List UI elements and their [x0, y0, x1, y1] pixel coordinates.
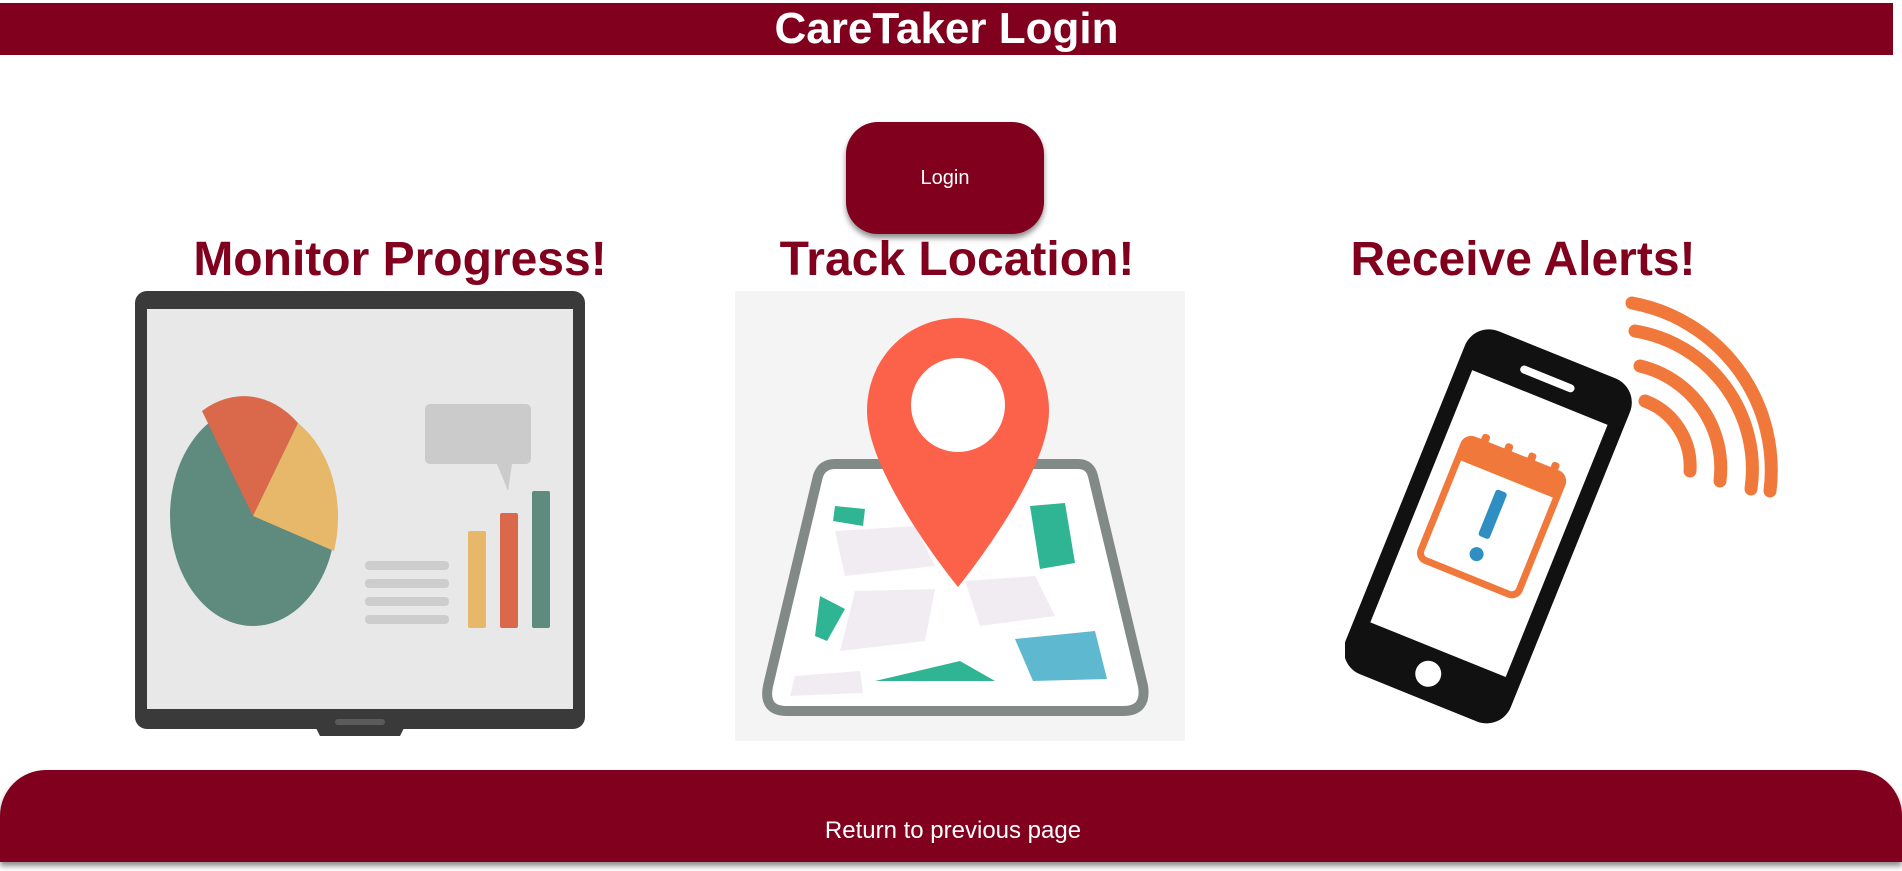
presentation-chart-icon: [135, 291, 585, 741]
page-title: CareTaker Login: [774, 4, 1119, 53]
page-header: CareTaker Login: [0, 3, 1893, 55]
feature-monitor-progress: [135, 291, 585, 741]
track-location-title: Track Location!: [779, 233, 1135, 286]
feature-track-location: [735, 291, 1185, 741]
login-button[interactable]: Login: [846, 122, 1044, 234]
return-button-label: Return to previous page: [824, 816, 1082, 844]
map-pin-icon: [735, 291, 1185, 741]
return-to-previous-page-button[interactable]: Return to previous page: [0, 770, 1902, 862]
phone-alert-icon: [1343, 291, 1795, 741]
receive-alerts-title: Receive Alerts!: [1350, 233, 1696, 286]
monitor-progress-title: Monitor Progress!: [193, 233, 607, 286]
feature-receive-alerts: [1343, 291, 1795, 741]
